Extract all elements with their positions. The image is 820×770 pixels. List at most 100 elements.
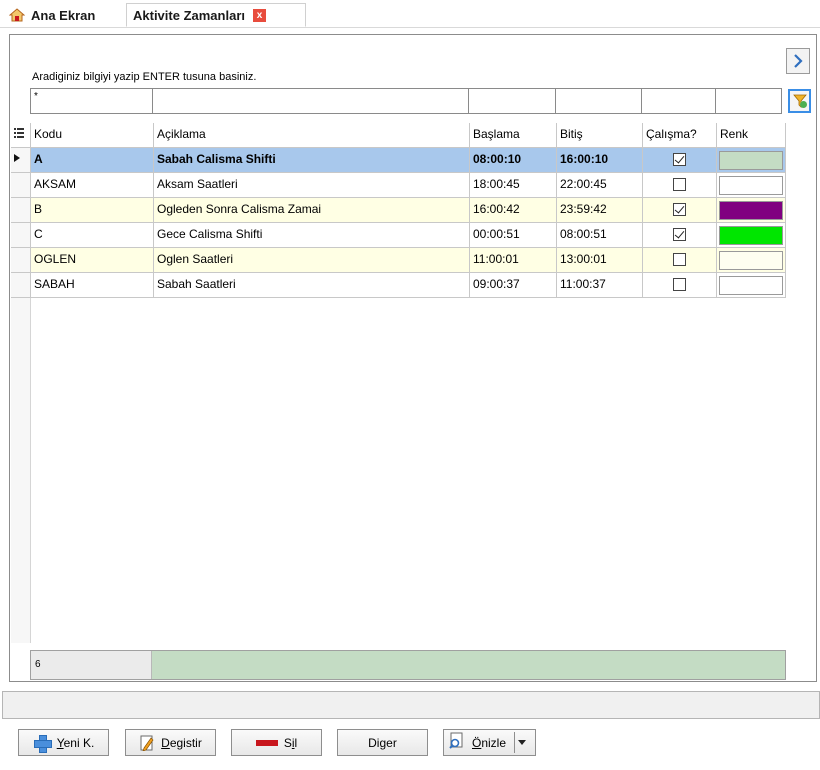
filter-renk-input[interactable] <box>716 88 782 114</box>
cell-baslama[interactable]: 00:00:51 <box>470 223 557 248</box>
table-row[interactable]: C Gece Calisma Shifti 00:00:51 08:00:51 <box>11 223 786 248</box>
cell-calisma[interactable] <box>643 148 717 173</box>
delete-button[interactable]: Sil <box>231 729 322 756</box>
calisma-checkbox[interactable] <box>673 228 686 241</box>
new-button-key: Y <box>56 735 64 750</box>
close-tab-icon[interactable]: x <box>253 8 266 22</box>
cell-renk[interactable] <box>717 223 786 248</box>
record-count: 6 <box>31 651 152 679</box>
preview-dropdown-toggle[interactable] <box>514 732 528 753</box>
other-button[interactable]: Diger <box>337 729 428 756</box>
cell-aciklama[interactable]: Oglen Saatleri <box>154 248 470 273</box>
column-header-aciklama[interactable]: Açiklama <box>154 123 470 148</box>
cell-baslama[interactable]: 16:00:42 <box>470 198 557 223</box>
new-record-button[interactable]: Yeni K. <box>18 729 109 756</box>
new-button-label: eni K. <box>63 735 95 750</box>
cell-aciklama[interactable]: Ogleden Sonra Calisma Zamai <box>154 198 470 223</box>
cell-kodu[interactable]: B <box>31 198 154 223</box>
status-bar <box>2 691 820 719</box>
cell-kodu[interactable]: SABAH <box>31 273 154 298</box>
search-hint: Aradiginiz bilgiyi yazip ENTER tusuna ba… <box>32 71 257 83</box>
column-header-renk[interactable]: Renk <box>717 123 786 148</box>
calisma-checkbox[interactable] <box>673 178 686 191</box>
color-swatch <box>719 151 783 170</box>
other-button-pre: Di <box>368 735 380 750</box>
cell-kodu[interactable]: OGLEN <box>31 248 154 273</box>
filter-baslama-input[interactable] <box>469 88 556 114</box>
table-row[interactable]: AKSAM Aksam Saatleri 18:00:45 22:00:45 <box>11 173 786 198</box>
cell-aciklama[interactable]: Gece Calisma Shifti <box>154 223 470 248</box>
cell-baslama[interactable]: 08:00:10 <box>470 148 557 173</box>
button-bar: Yeni K. Degistir Sil Diger Önizle <box>0 720 820 770</box>
edit-button[interactable]: Degistir <box>125 729 216 756</box>
cell-calisma[interactable] <box>643 273 717 298</box>
minus-icon <box>255 739 278 746</box>
table-row[interactable]: SABAH Sabah Saatleri 09:00:37 11:00:37 <box>11 273 786 298</box>
color-swatch <box>719 251 783 270</box>
cell-kodu[interactable]: C <box>31 223 154 248</box>
filter-calisma-input[interactable] <box>642 88 716 114</box>
cell-calisma[interactable] <box>643 223 717 248</box>
grid-header: Kodu Açiklama Başlama Bitiş Çalışma? Ren… <box>11 123 786 148</box>
cell-baslama[interactable]: 09:00:37 <box>470 273 557 298</box>
tab-bar: Ana Ekran Aktivite Zamanları x <box>0 0 820 28</box>
row-indicator[interactable] <box>11 198 31 223</box>
cell-renk[interactable] <box>717 148 786 173</box>
row-indicator[interactable] <box>11 223 31 248</box>
cell-aciklama[interactable]: Aksam Saatleri <box>154 173 470 198</box>
cell-calisma[interactable] <box>643 198 717 223</box>
tab-aktivite-zamanlari[interactable]: Aktivite Zamanları x <box>126 3 306 27</box>
column-header-bitis[interactable]: Bitiş <box>557 123 643 148</box>
cell-calisma[interactable] <box>643 173 717 198</box>
cell-aciklama[interactable]: Sabah Saatleri <box>154 273 470 298</box>
cell-bitis[interactable]: 23:59:42 <box>557 198 643 223</box>
row-indicator[interactable] <box>11 148 31 173</box>
column-header-baslama[interactable]: Başlama <box>470 123 557 148</box>
preview-button-label: nizle <box>481 735 507 750</box>
calisma-checkbox[interactable] <box>673 253 686 266</box>
cell-aciklama[interactable]: Sabah Calisma Shifti <box>154 148 470 173</box>
cell-renk[interactable] <box>717 198 786 223</box>
cell-kodu[interactable]: AKSAM <box>31 173 154 198</box>
row-indicator[interactable] <box>11 273 31 298</box>
cell-renk[interactable] <box>717 173 786 198</box>
cell-bitis[interactable]: 11:00:37 <box>557 273 643 298</box>
delete-button-pre: S <box>283 735 292 750</box>
table-row[interactable]: OGLEN Oglen Saatleri 11:00:01 13:00:01 <box>11 248 786 273</box>
cell-baslama[interactable]: 18:00:45 <box>470 173 557 198</box>
cell-kodu[interactable]: A <box>31 148 154 173</box>
filter-clear-button[interactable] <box>788 89 811 113</box>
column-header-calisma[interactable]: Çalışma? <box>643 123 717 148</box>
cell-bitis[interactable]: 22:00:45 <box>557 173 643 198</box>
cell-calisma[interactable] <box>643 248 717 273</box>
calisma-checkbox[interactable] <box>673 203 686 216</box>
preview-button[interactable]: Önizle <box>443 729 536 756</box>
cell-renk[interactable] <box>717 273 786 298</box>
edit-button-key: D <box>161 735 170 750</box>
home-icon <box>8 8 26 22</box>
column-chooser-icon[interactable] <box>11 123 31 148</box>
cell-bitis[interactable]: 08:00:51 <box>557 223 643 248</box>
caret-down-icon <box>517 740 526 745</box>
calisma-checkbox[interactable] <box>673 278 686 291</box>
color-swatch <box>719 176 783 195</box>
calisma-checkbox[interactable] <box>673 153 686 166</box>
filter-aciklama-input[interactable] <box>153 88 469 114</box>
tab-home-label: Ana Ekran <box>31 7 96 23</box>
filter-row: * <box>30 88 782 114</box>
table-row[interactable]: B Ogleden Sonra Calisma Zamai 16:00:42 23:5… <box>11 198 786 223</box>
row-indicator[interactable] <box>11 248 31 273</box>
cell-bitis[interactable]: 16:00:10 <box>557 148 643 173</box>
cell-renk[interactable] <box>717 248 786 273</box>
next-button[interactable] <box>786 48 810 74</box>
table-row[interactable]: A Sabah Calisma Shifti 08:00:10 16:00:10 <box>11 148 786 173</box>
row-indicator[interactable] <box>11 173 31 198</box>
cell-baslama[interactable]: 11:00:01 <box>470 248 557 273</box>
cell-bitis[interactable]: 13:00:01 <box>557 248 643 273</box>
tab-active-label: Aktivite Zamanları <box>133 7 245 23</box>
filter-bitis-input[interactable] <box>556 88 642 114</box>
record-count-bar: 6 <box>30 650 786 680</box>
tab-home[interactable]: Ana Ekran <box>8 4 96 26</box>
column-header-kodu[interactable]: Kodu <box>31 123 154 148</box>
filter-kodu-input[interactable]: * <box>30 88 153 114</box>
